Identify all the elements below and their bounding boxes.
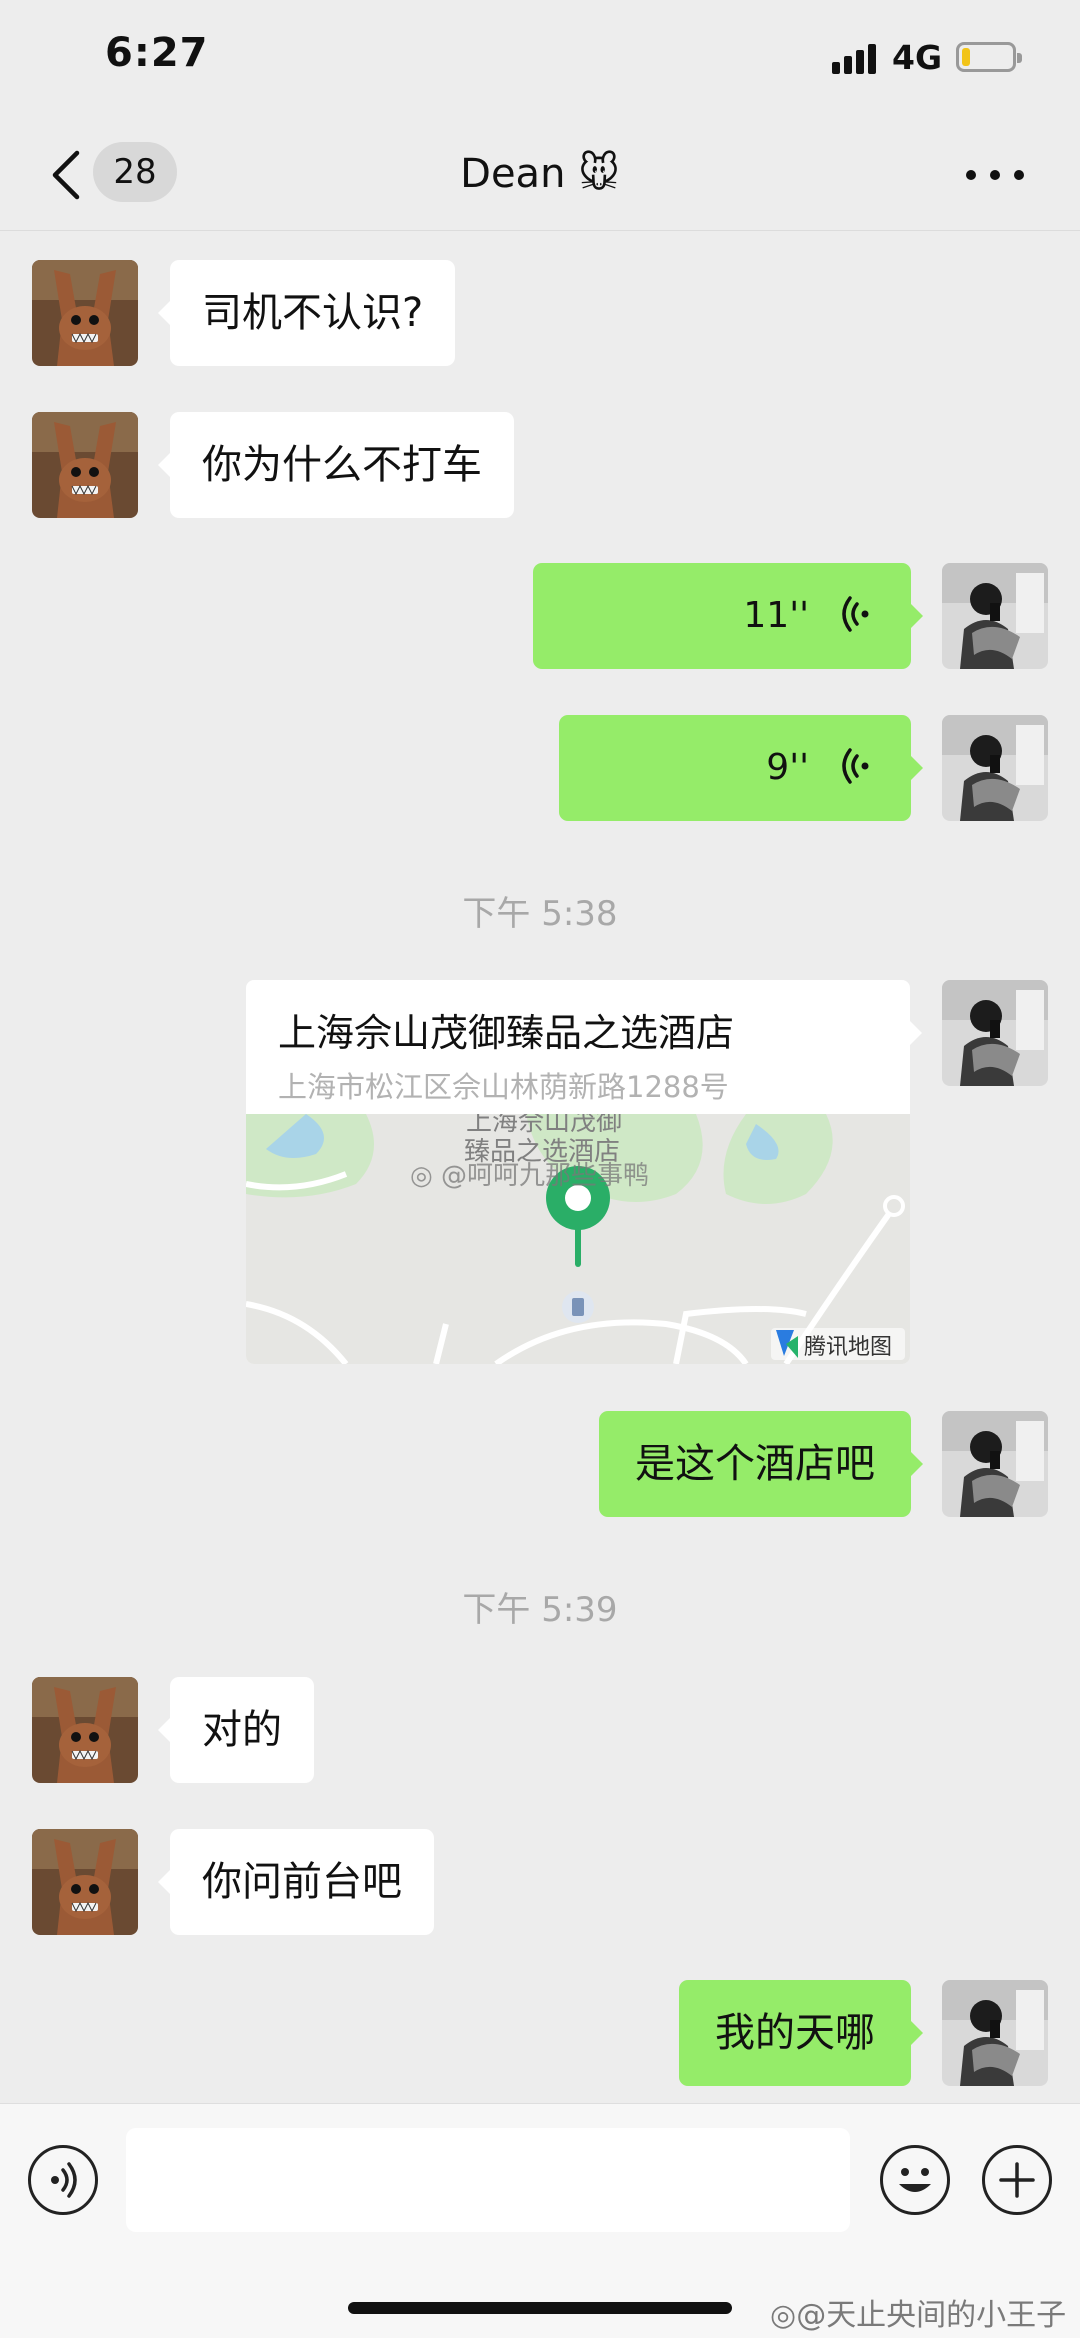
voice-input-icon[interactable] <box>28 2145 98 2215</box>
my-avatar[interactable] <box>942 715 1048 821</box>
back-chevron-icon[interactable] <box>45 145 85 205</box>
message-bubble-incoming[interactable]: 你问前台吧 <box>158 1829 434 1935</box>
message-bubble-incoming[interactable]: 司机不认识? <box>157 260 456 366</box>
voice-duration: 11'' <box>743 595 809 636</box>
unread-count-badge[interactable]: 28 <box>93 142 177 202</box>
contact-avatar[interactable] <box>32 412 138 518</box>
corner-watermark: ◎@天止央间的小王子 <box>770 2290 1066 2334</box>
voice-message-bubble[interactable]: 11'' <box>533 563 923 669</box>
my-avatar[interactable] <box>942 980 1048 1086</box>
voice-duration: 9'' <box>766 747 809 788</box>
status-time: 6:27 <box>105 30 209 76</box>
chat-timestamp: 下午 5:38 <box>462 894 618 934</box>
plus-icon[interactable] <box>982 2145 1052 2215</box>
svg-text:腾讯地图: 腾讯地图 <box>804 1335 892 1360</box>
voice-wave-icon <box>842 596 869 632</box>
emoji-icon[interactable] <box>880 2145 950 2215</box>
watermark-text: @呵呵九那些事鸭 <box>440 1161 649 1191</box>
location-map[interactable]: 上海佘山茂御 臻品之选酒店 腾讯地图 <box>246 1114 910 1364</box>
location-card-tail <box>909 1020 922 1046</box>
message-bubble-outgoing[interactable]: 是这个酒店吧 <box>599 1411 923 1517</box>
contact-avatar[interactable] <box>32 1829 138 1935</box>
voice-message-bubble[interactable]: 9'' <box>559 715 923 821</box>
watermark-text: @天止央间的小王子 <box>796 2298 1067 2333</box>
contact-avatar[interactable] <box>32 260 138 366</box>
message-bubble-incoming[interactable]: 你为什么不打车 <box>158 412 514 518</box>
my-avatar[interactable] <box>942 563 1048 669</box>
my-avatar[interactable] <box>942 1980 1048 2086</box>
map-watermark: ◎ @呵呵九那些事鸭 <box>410 1155 649 1192</box>
contact-avatar[interactable] <box>32 1677 138 1783</box>
chat-timestamp: 下午 5:39 <box>462 1590 618 1630</box>
signal-icon <box>832 44 878 74</box>
location-address: 上海市松江区佘山林荫新路1288号 <box>278 1070 729 1104</box>
message-bubble-incoming[interactable]: 对的 <box>158 1677 314 1783</box>
svg-text:上海佘山茂御: 上海佘山茂御 <box>466 1114 622 1137</box>
message-input[interactable] <box>126 2128 850 2232</box>
weibo-icon: ◎ <box>770 2298 797 2333</box>
chat-header: Dean 🐭 28 <box>0 120 1080 231</box>
battery-icon <box>956 42 1022 72</box>
more-icon[interactable] <box>966 170 1026 180</box>
my-avatar[interactable] <box>942 1411 1048 1517</box>
voice-wave-icon <box>842 748 869 784</box>
network-type: 4G <box>892 38 943 77</box>
home-indicator[interactable] <box>348 2302 732 2314</box>
message-bubble-outgoing[interactable]: 我的天哪 <box>679 1980 923 2086</box>
status-bar: 6:27 4G <box>0 0 1080 120</box>
weibo-icon: ◎ <box>410 1161 433 1191</box>
location-name: 上海佘山茂御臻品之选酒店 <box>278 1011 735 1055</box>
